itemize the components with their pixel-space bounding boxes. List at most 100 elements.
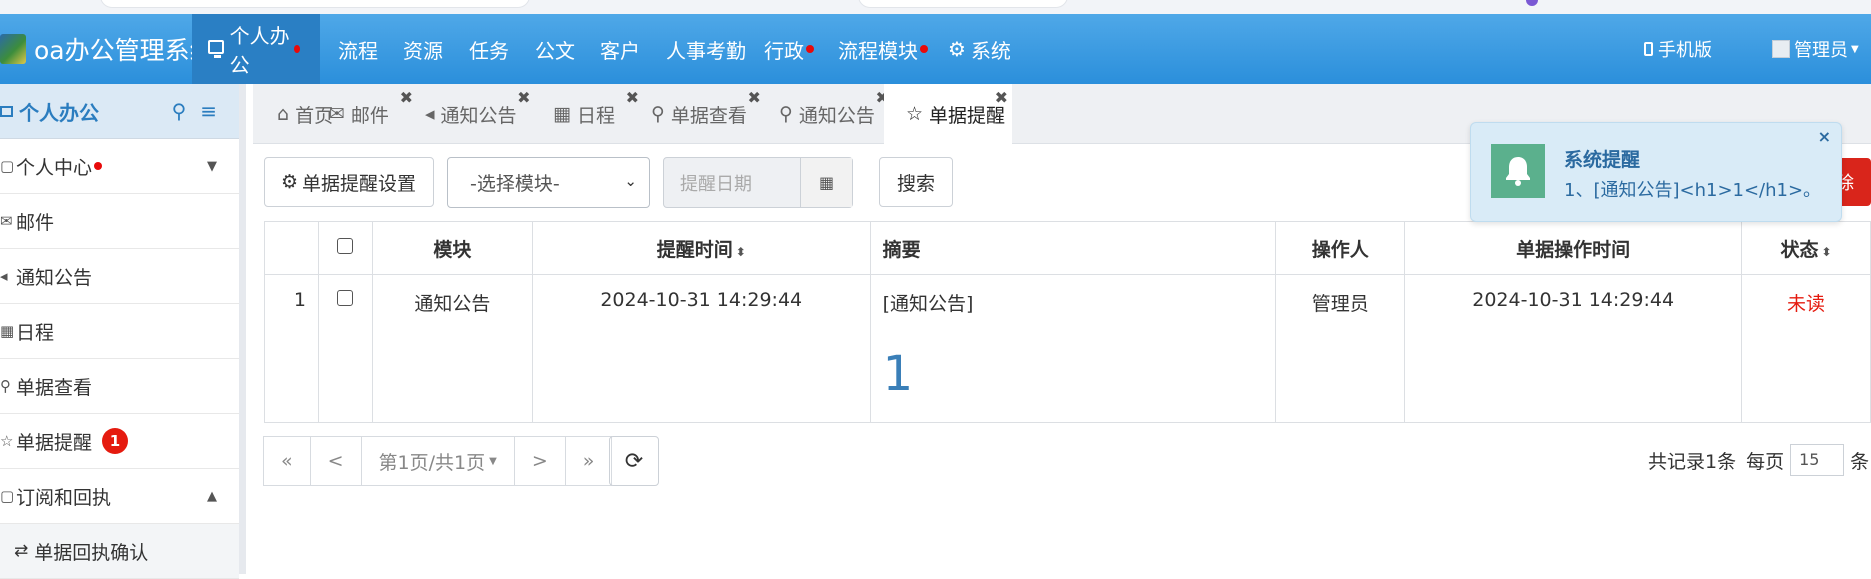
sidebar-title: 个人办公 [19,100,99,125]
search-icon: ⚲ [0,377,11,395]
module-header: 模块 [371,221,533,275]
notification-dot [293,45,301,53]
search-icon[interactable]: ⚲ [172,99,187,123]
tab-notice[interactable]: ◂ 通知公告 ✖ [425,84,531,144]
next-page-button[interactable]: > [513,436,566,486]
table-header-row: 模块 提醒时间 ⬍ 摘要 操作人 单据操作时间 状态 ⬍ [264,221,1871,275]
app-title: oa办公管理系统 [34,36,215,65]
close-icon[interactable]: × [1818,127,1831,146]
reminder-date-input[interactable]: 提醒日期 ▦ [663,157,853,208]
nav-item-personal-office[interactable]: 个人办公 [192,14,320,84]
notification-dot [806,45,814,53]
row-index: 1 [264,274,319,423]
avatar [1772,40,1790,58]
row-checkbox[interactable] [337,290,354,306]
speaker-icon: ◂ [425,103,435,125]
mobile-version-link[interactable]: 手机版 [1634,14,1722,84]
system-notification-toast: 系统提醒 1、[通知公告]<h1>1</h1>。 × [1470,122,1842,222]
speaker-icon: ◂ [0,267,8,285]
notification-dot [920,45,928,53]
menu-icon[interactable]: ≡ [200,99,217,123]
sidebar: 个人办公 ⚲ ≡ ▢ 个人中心 ▼ ✉ 邮件 ◂ 通知公告 ▦ 日程 ⚲ 单据查看 ☆ 单据提醒… [0,84,246,579]
per-page-input[interactable]: 15 [1790,444,1845,476]
close-icon[interactable]: ✖ [995,88,1008,107]
reminder-settings-button[interactable]: ⚙ 单据提醒设置 [264,157,434,207]
remind-time-cell: 2024-10-31 14:29:44 [531,274,871,423]
nav-item-system[interactable]: ⚙ 系统 [928,14,1031,84]
envelope-icon: ✉ [0,212,13,230]
home-icon: ⌂ [277,103,290,125]
gear-icon: ⚙ [948,37,966,61]
notification-dot [94,162,103,170]
browser-tab-pill [858,0,1068,8]
search-icon: ⚲ [651,103,665,125]
sort-icon: ⬍ [1821,244,1832,259]
envelope-icon: ✉ [329,103,345,125]
mobile-icon [1644,42,1653,56]
sidebar-item-personal-center[interactable]: ▢ 个人中心 ▼ [0,139,239,194]
extension-icon [1526,0,1538,6]
tab-doc-view[interactable]: ⚲ 单据查看 ✖ [651,84,761,144]
chevron-down-icon: ⌄ [624,172,637,190]
summary-header: 摘要 [869,221,1277,275]
status-cell: 未读 [1741,274,1871,423]
calendar-icon[interactable]: ▦ [800,158,852,207]
gear-icon: ⚙ [281,171,299,193]
sidebar-item-schedule[interactable]: ▦ 日程 [0,304,239,359]
user-menu[interactable]: 管理员 ▼ [1760,14,1871,84]
logo-icon [0,34,26,64]
toast-message: 1、[通知公告]<h1>1</h1>。 [1564,180,1822,201]
close-icon[interactable]: ✖ [517,88,530,107]
last-page-button[interactable]: » [564,436,613,486]
module-cell: 通知公告 [371,274,533,423]
total-records: 共记录1条 [1648,450,1737,473]
summary-heading: 1 [882,346,914,402]
close-icon[interactable]: ✖ [748,88,761,107]
close-icon[interactable]: ✖ [626,88,639,107]
select-all-header [317,221,373,275]
sidebar-item-receipt-confirm[interactable]: ⇄ 单据回执确认 [0,524,239,579]
tab-mail[interactable]: ✉ 邮件 ✖ [329,84,413,144]
caret-down-icon: ▼ [1851,43,1859,55]
status-header[interactable]: 状态 ⬍ [1741,221,1871,275]
prev-page-button[interactable]: < [309,436,362,486]
table-row[interactable]: 1 通知公告 2024-10-31 14:29:44 [通知公告] 1 管理员 2… [264,274,1871,423]
search-button[interactable]: 搜索 [879,157,953,207]
caret-down-icon: ▼ [207,158,217,174]
refresh-icon: ⟳ [624,448,644,474]
module-select[interactable]: -选择模块- ⌄ [447,157,650,208]
close-icon[interactable]: ✖ [400,88,413,107]
sidebar-tools: ⚲ ≡ [172,99,217,123]
summary-cell[interactable]: [通知公告] 1 [869,274,1277,423]
tab-schedule[interactable]: ▦ 日程 ✖ [553,84,639,144]
count-badge: 1 [102,428,129,454]
sidebar-item-subscription[interactable]: ▢ 订阅和回执 ▲ [0,469,239,524]
sidebar-item-doc-reminder[interactable]: ☆ 单据提醒 1 [0,414,239,469]
select-all-checkbox[interactable] [337,238,354,254]
brand[interactable]: oa办公管理系统 [0,14,215,84]
sidebar-item-doc-view[interactable]: ⚲ 单据查看 [0,359,239,414]
summary-prefix: [通知公告] [882,293,974,315]
first-page-button[interactable]: « [263,436,311,486]
remind-time-header[interactable]: 提醒时间 ⬍ [531,221,871,275]
tab-notice-2[interactable]: ⚲ 通知公告 ✖ [779,84,889,144]
index-header [264,221,319,275]
star-icon: ☆ [0,432,14,450]
tab-home[interactable]: ⌂ 首页 [277,84,333,144]
sidebar-item-mail[interactable]: ✉ 邮件 [0,194,239,249]
op-time-cell: 2024-10-31 14:29:44 [1404,274,1743,423]
tab-doc-reminder[interactable]: ☆ 单据提醒 ✖ [884,84,1012,144]
per-page-label: 每页 [1746,450,1785,473]
star-icon: ☆ [906,103,924,125]
page-select[interactable]: 第1页/共1页 ▼ [360,436,515,486]
pagination: « < 第1页/共1页 ▼ > » [263,436,613,486]
sort-icon: ⬍ [735,244,746,259]
sidebar-item-notice[interactable]: ◂ 通知公告 [0,249,239,304]
operator-header: 操作人 [1275,221,1406,275]
calendar-icon: ▦ [0,322,15,340]
sidebar-header: 个人办公 ⚲ ≡ [0,84,239,139]
reminder-table: 模块 提醒时间 ⬍ 摘要 操作人 单据操作时间 状态 ⬍ 1 通知公告 2024-1… [264,221,1871,423]
pagination-info: 共记录1条 每页 15 条 [1648,444,1869,476]
refresh-button[interactable]: ⟳ [609,436,659,486]
browser-top-strip [0,0,1871,14]
